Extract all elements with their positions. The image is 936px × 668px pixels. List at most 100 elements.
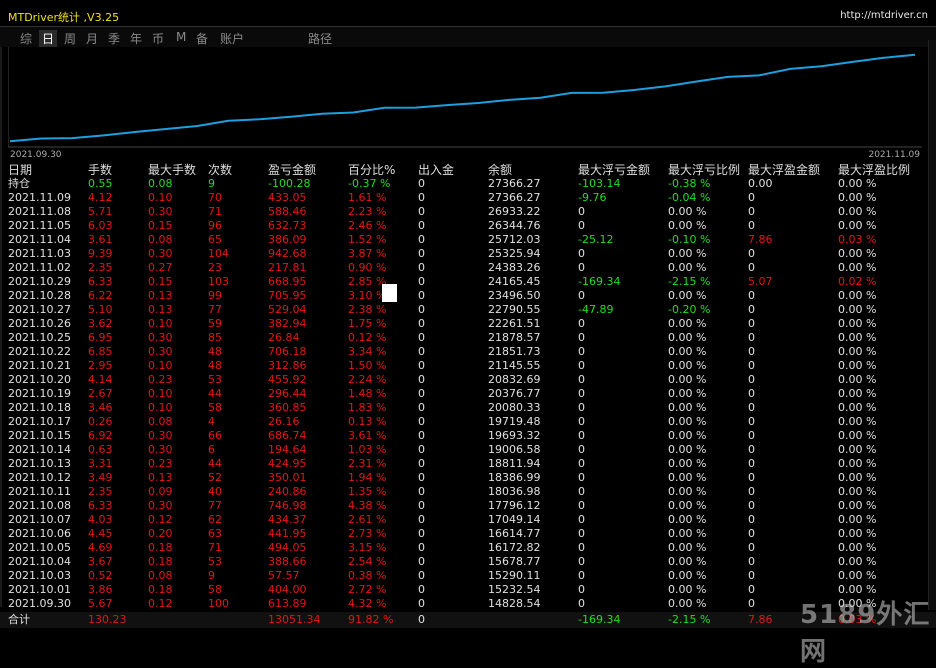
cell-mfpp: 0.00 % — [838, 317, 877, 330]
cell-date: 2021.11.09 — [8, 191, 71, 204]
holding-cell-balance: 27366.27 — [488, 177, 541, 190]
table-row[interactable]: 2021.10.13 3.31 0.23 44 424.95 2.31 % 0 18811.9… — [8, 457, 928, 471]
tab-7[interactable]: M — [176, 30, 186, 44]
cell-balance: 21851.73 — [488, 345, 541, 358]
cell-mfp: 0 — [748, 415, 755, 428]
table-row[interactable]: 2021.10.25 6.95 0.30 85 26.84 0.12 % 0 21878.57… — [8, 331, 928, 345]
vertical-scrollbar[interactable] — [928, 40, 936, 610]
table-row[interactable]: 2021.11.04 3.61 0.08 65 386.09 1.52 % 0 25712.0… — [8, 233, 928, 247]
cell-max_lots: 0.08 — [148, 569, 173, 582]
cell-max_lots: 0.12 — [148, 513, 173, 526]
period-tabs: 综日周月季年币 M 备账户 路径 — [0, 27, 936, 47]
cell-date: 2021.10.28 — [8, 289, 71, 302]
table-row[interactable]: 2021.10.08 6.33 0.30 77 746.98 4.38 % 0 17796.1… — [8, 499, 928, 513]
table-row[interactable]: 2021.10.29 6.33 0.15 103 668.95 2.85 % 0 24165.… — [8, 275, 928, 289]
table-row[interactable]: 2021.11.08 5.71 0.30 71 588.46 2.23 % 0 26933.2… — [8, 205, 928, 219]
cell-mflp: 0.00 % — [668, 205, 707, 218]
table-row[interactable]: 2021.11.09 4.12 0.10 70 433.05 1.61 % 0 27366.2… — [8, 191, 928, 205]
cell-mfp: 0 — [748, 303, 755, 316]
cell-flow: 0 — [418, 471, 425, 484]
tab-10[interactable]: 路径 — [308, 30, 332, 47]
total-row: 合计 130.23 13051.34 91.82 % 0 -169.34 -2.15 % 7.… — [0, 612, 936, 628]
tab-5[interactable]: 年 — [130, 30, 142, 47]
cell-mflp: 0.00 % — [668, 387, 707, 400]
table-row[interactable]: 2021.11.02 2.35 0.27 23 217.81 0.90 % 0 24383.2… — [8, 261, 928, 275]
cell-balance: 22261.51 — [488, 317, 541, 330]
table-row[interactable]: 2021.11.05 6.03 0.15 96 632.73 2.46 % 0 26344.7… — [8, 219, 928, 233]
table-row[interactable]: 2021.10.19 2.67 0.10 44 296.44 1.48 % 0 20376.7… — [8, 387, 928, 401]
tab-8[interactable]: 备 — [196, 30, 208, 47]
cell-date: 2021.10.01 — [8, 583, 71, 596]
cell-mfp: 0 — [748, 359, 755, 372]
table-row[interactable]: 2021.11.03 9.39 0.30 104 942.68 3.87 % 0 25325.… — [8, 247, 928, 261]
website-link[interactable]: http://mtdriver.cn — [840, 10, 928, 21]
table-row[interactable]: 2021.10.15 6.92 0.30 66 686.74 3.61 % 0 19693.3… — [8, 429, 928, 443]
cell-mfl: 0 — [578, 569, 585, 582]
cell-max_lots: 0.08 — [148, 233, 173, 246]
cell-flow: 0 — [418, 387, 425, 400]
table-row[interactable]: 2021.10.12 3.49 0.13 52 350.01 1.94 % 0 18386.9… — [8, 471, 928, 485]
cell-count: 70 — [208, 191, 222, 204]
tab-2[interactable]: 周 — [64, 30, 76, 47]
holding-cell-max_lots: 0.08 — [148, 177, 173, 190]
cell-mfp: 0 — [748, 373, 755, 386]
holding-row: 持仓 0.55 0.08 9 -100.28 -0.37 % 0 27366.27 -103.1… — [8, 177, 928, 191]
cell-mfl: 0 — [578, 359, 585, 372]
cell-mflp: -2.15 % — [668, 275, 711, 288]
cell-pnl: 26.84 — [268, 331, 300, 344]
cell-lots: 6.33 — [88, 275, 113, 288]
cell-lots: 5.67 — [88, 597, 113, 610]
tab-3[interactable]: 月 — [86, 30, 98, 47]
cell-flow: 0 — [418, 261, 425, 274]
table-row[interactable]: 2021.10.07 4.03 0.12 62 434.37 2.61 % 0 17049.1… — [8, 513, 928, 527]
cell-max_lots: 0.30 — [148, 331, 173, 344]
cell-max_lots: 0.30 — [148, 345, 173, 358]
cell-pct: 1.03 % — [348, 443, 387, 456]
table-row[interactable]: 2021.09.30 5.67 0.12 100 613.89 4.32 % 0 14828.… — [8, 597, 928, 611]
cell-mflp: -0.10 % — [668, 233, 711, 246]
table-row[interactable]: 2021.10.21 2.95 0.10 48 312.86 1.50 % 0 21145.5… — [8, 359, 928, 373]
cell-mfl: -47.89 — [578, 303, 614, 316]
table-row[interactable]: 2021.10.17 0.26 0.08 4 26.16 0.13 % 0 19719.48 0… — [8, 415, 928, 429]
table-row[interactable]: 2021.10.06 4.45 0.20 63 441.95 2.73 % 0 16614.7… — [8, 527, 928, 541]
table-row[interactable]: 2021.10.01 3.86 0.18 58 404.00 2.72 % 0 15232.5… — [8, 583, 928, 597]
table-row[interactable]: 2021.10.27 5.10 0.13 77 529.04 2.38 % 0 22790.5… — [8, 303, 928, 317]
cell-mflp: 0.00 % — [668, 541, 707, 554]
tab-0[interactable]: 综 — [20, 30, 32, 47]
cell-count: 63 — [208, 527, 222, 540]
table-row[interactable]: 2021.10.04 3.67 0.18 53 388.66 2.54 % 0 15678.7… — [8, 555, 928, 569]
table-row[interactable]: 2021.10.05 4.69 0.18 71 494.05 3.15 % 0 16172.8… — [8, 541, 928, 555]
cell-mfpp: 0.03 % — [838, 233, 877, 246]
table-row[interactable]: 2021.10.18 3.46 0.10 58 360.85 1.83 % 0 20080.3… — [8, 401, 928, 415]
cell-pnl: 434.37 — [268, 513, 307, 526]
cell-count: 104 — [208, 247, 229, 260]
cell-mflp: 0.00 % — [668, 513, 707, 526]
cell-mflp: 0.00 % — [668, 583, 707, 596]
table-row[interactable]: 2021.10.11 2.35 0.09 40 240.86 1.35 % 0 18036.9… — [8, 485, 928, 499]
cursor-box — [382, 284, 397, 302]
cell-lots: 2.35 — [88, 485, 113, 498]
cell-pnl: 588.46 — [268, 205, 307, 218]
cell-mfl: -25.12 — [578, 233, 614, 246]
cell-lots: 2.35 — [88, 261, 113, 274]
cell-balance: 25712.03 — [488, 233, 541, 246]
tab-9[interactable]: 账户 — [220, 30, 244, 47]
cell-lots: 3.49 — [88, 471, 113, 484]
table-row[interactable]: 2021.10.26 3.62 0.10 59 382.94 1.75 % 0 22261.5… — [8, 317, 928, 331]
cell-lots: 4.03 — [88, 513, 113, 526]
tab-4[interactable]: 季 — [108, 30, 120, 47]
table-row[interactable]: 2021.10.22 6.85 0.30 48 706.18 3.34 % 0 21851.7… — [8, 345, 928, 359]
cell-flow: 0 — [418, 247, 425, 260]
table-row[interactable]: 2021.10.28 6.22 0.13 99 705.95 3.10 % 0 23496.5… — [8, 289, 928, 303]
table-row[interactable]: 2021.10.14 0.63 0.30 6 194.64 1.03 % 0 19006.58… — [8, 443, 928, 457]
cell-lots: 3.67 — [88, 555, 113, 568]
holding-cell-pct: -0.37 % — [348, 177, 391, 190]
table-row[interactable]: 2021.10.20 4.14 0.23 53 455.92 2.24 % 0 20832.6… — [8, 373, 928, 387]
cell-count: 44 — [208, 457, 222, 470]
tab-1[interactable]: 日 — [39, 30, 58, 47]
tab-6[interactable]: 币 — [152, 30, 164, 47]
cell-mfpp: 0.00 % — [838, 345, 877, 358]
cell-mfl: 0 — [578, 429, 585, 442]
cell-date: 2021.10.12 — [8, 471, 71, 484]
table-row[interactable]: 2021.10.03 0.52 0.08 9 57.57 0.38 % 0 15290.11 0… — [8, 569, 928, 583]
